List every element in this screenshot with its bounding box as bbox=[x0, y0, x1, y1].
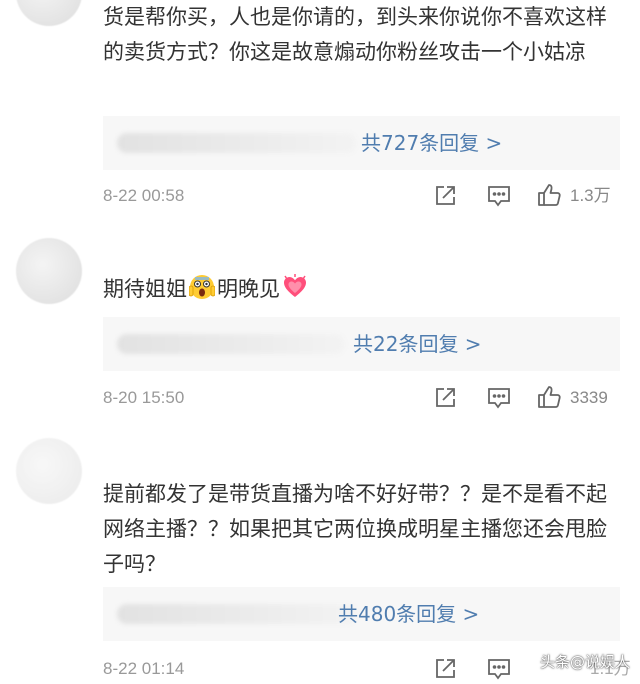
reply-count-link[interactable]: 共480条回复 > bbox=[338, 597, 479, 631]
like-count: 3339 bbox=[570, 388, 608, 407]
reply-preview-blurred bbox=[117, 604, 357, 624]
comment-icon[interactable] bbox=[486, 656, 512, 682]
share-icon[interactable] bbox=[432, 183, 458, 209]
comment-text-part: 期待姐姐 bbox=[103, 277, 187, 301]
avatar[interactable] bbox=[16, 438, 82, 504]
avatar[interactable] bbox=[16, 238, 82, 304]
thumbs-up-icon[interactable] bbox=[537, 384, 563, 410]
watermark: 头条@说娱人 bbox=[539, 653, 630, 671]
thumbs-up-icon[interactable] bbox=[537, 182, 563, 208]
comment-text: 期待姐姐 明晚见 bbox=[103, 272, 623, 307]
screaming-face-icon bbox=[188, 274, 216, 300]
comment-time: 8-22 00:58 bbox=[103, 186, 185, 205]
reply-preview-blurred bbox=[117, 133, 357, 153]
like-count: 1.3万 bbox=[570, 186, 611, 205]
avatar[interactable] bbox=[16, 0, 82, 26]
comment-icon[interactable] bbox=[486, 385, 512, 411]
reply-preview-blurred bbox=[117, 334, 345, 354]
share-icon[interactable] bbox=[432, 656, 458, 682]
comment-text: 货是帮你买，人也是你请的，到头来你说你不喜欢这样的卖货方式？你这是故意煽动你粉丝… bbox=[103, 5, 607, 64]
reply-preview[interactable]: 共727条回复 > bbox=[103, 116, 620, 170]
share-icon[interactable] bbox=[432, 385, 458, 411]
comment-text-part: 明晚见 bbox=[217, 277, 280, 301]
comment-text: 提前都发了是带货直播为啥不好好带？？是不是看不起网络主播？？如果把其它两位换成明… bbox=[103, 482, 607, 576]
reply-count-link[interactable]: 共22条回复 > bbox=[353, 327, 482, 361]
comment-icon[interactable] bbox=[486, 183, 512, 209]
reply-preview[interactable]: 共480条回复 > bbox=[103, 587, 620, 641]
growing-heart-icon bbox=[282, 274, 308, 300]
reply-count-link[interactable]: 共727条回复 > bbox=[361, 126, 502, 160]
reply-preview[interactable]: 共22条回复 > bbox=[103, 317, 620, 371]
comment-time: 8-22 01:14 bbox=[103, 659, 185, 678]
comment-time: 8-20 15:50 bbox=[103, 388, 185, 407]
